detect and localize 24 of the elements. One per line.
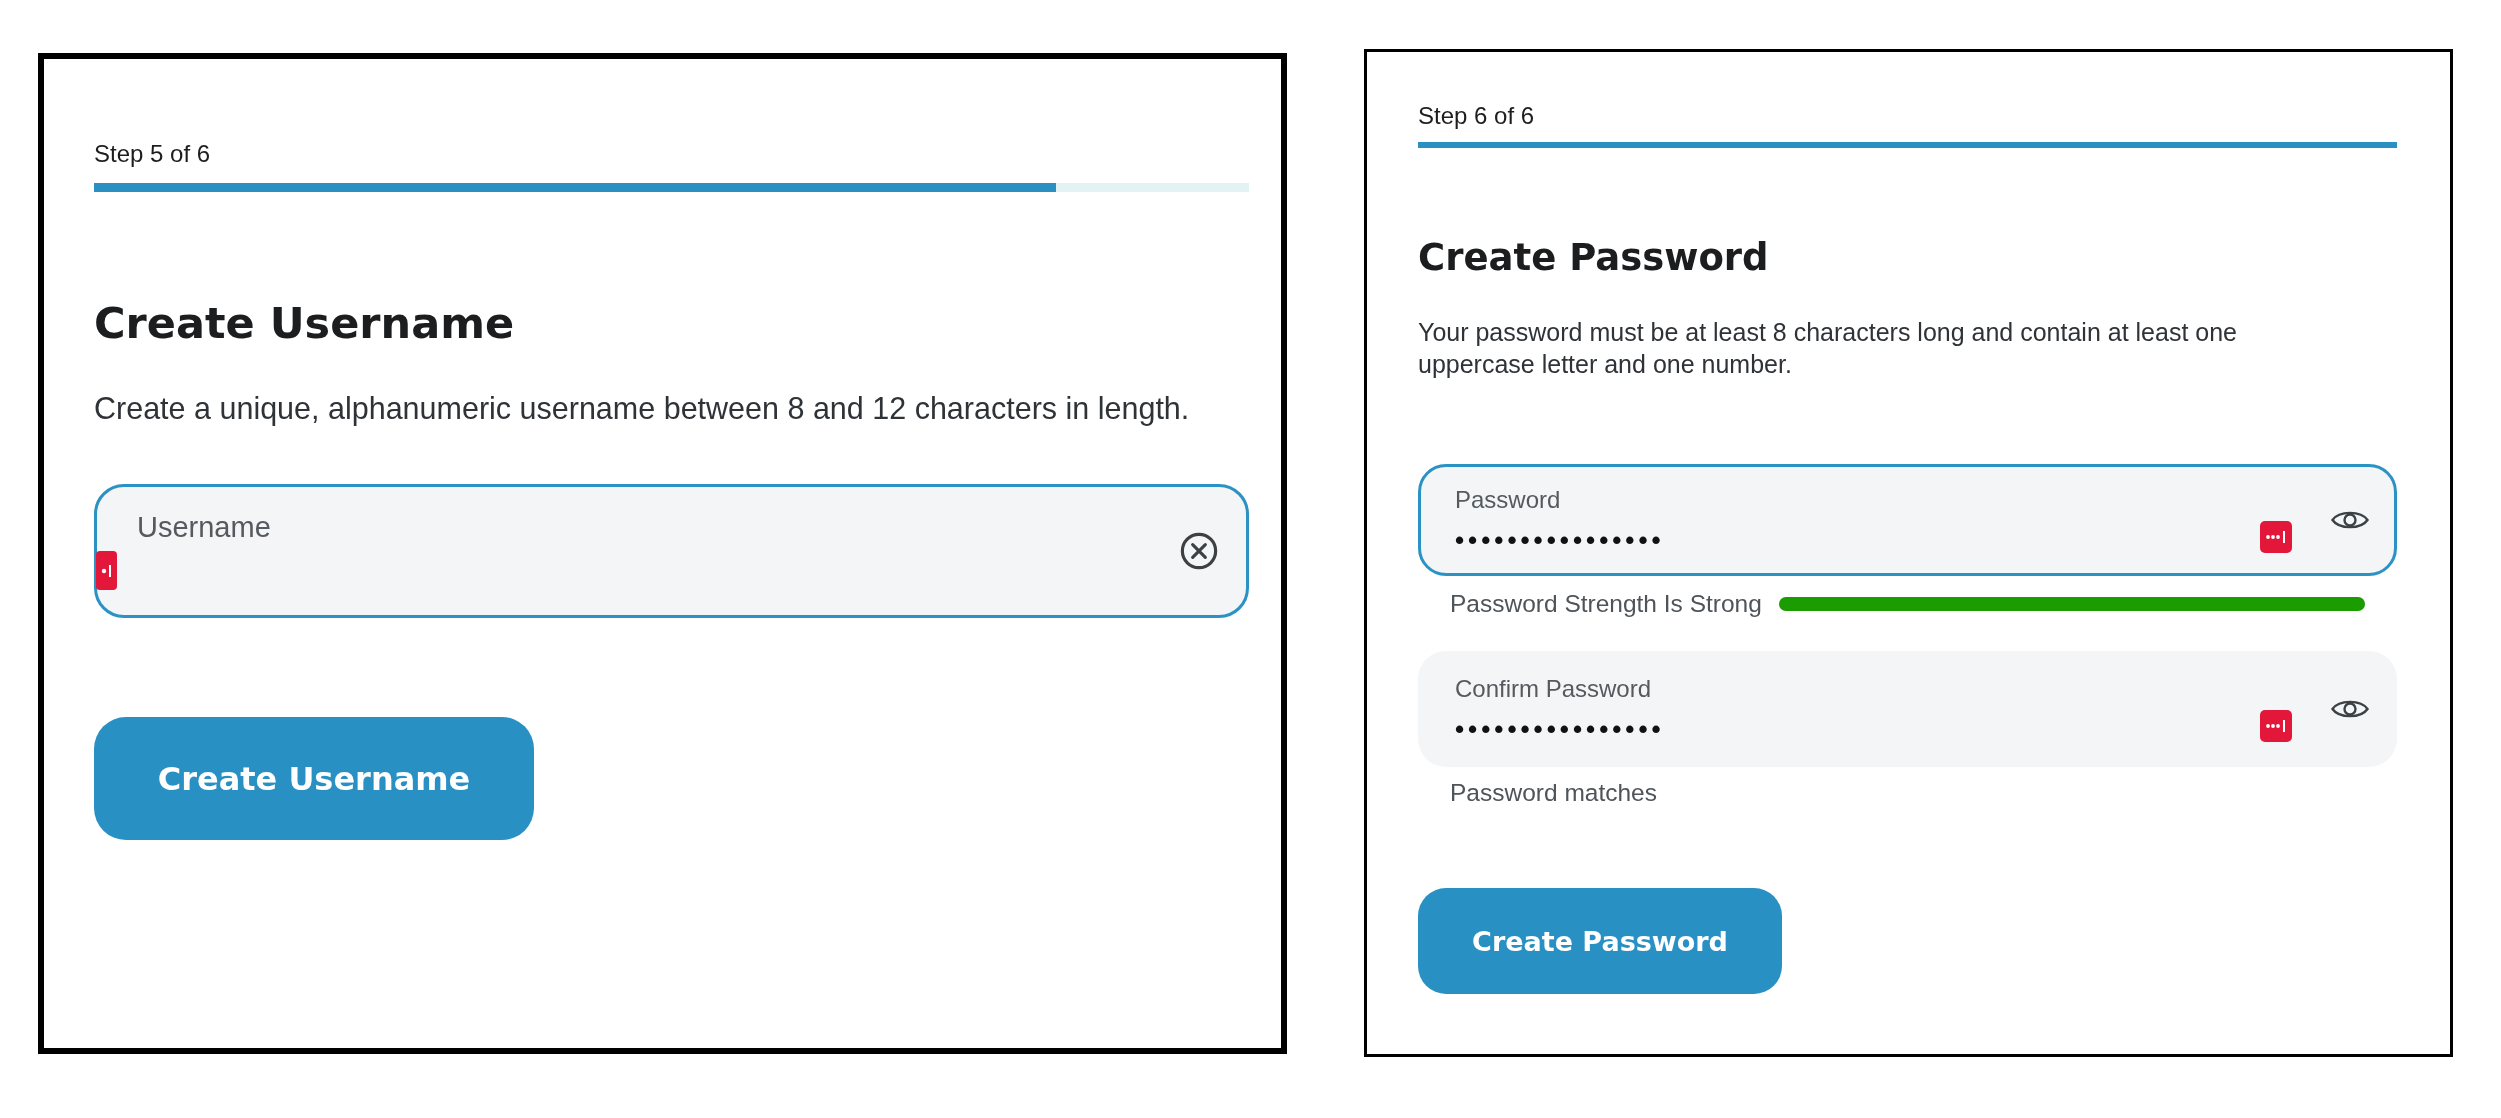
- password-field[interactable]: Confirm Password ••••••••••••••••: [1418, 651, 2397, 767]
- dots-cursor-icon[interactable]: [2260, 521, 2292, 553]
- eye-icon[interactable]: [2331, 509, 2369, 531]
- form-description: Your password must be at least 8 characters long and contain at least one uppercase letter and one number.: [1418, 317, 2239, 380]
- submit-button[interactable]: Create Password: [1418, 888, 1782, 994]
- field-label: Username: [137, 511, 271, 543]
- password-field[interactable]: Password ••••••••••••••••: [1418, 464, 2397, 576]
- dots-cursor-icon[interactable]: [96, 551, 117, 590]
- field-value: ••••••••••••••••: [1455, 524, 1665, 555]
- form-description: Create a unique, alphanumeric username between 8 and 12 characters in length.: [94, 390, 1190, 426]
- field-label: Password: [1455, 485, 1561, 514]
- strength-label: Password Strength Is Strong: [1450, 592, 1762, 616]
- text-field[interactable]: Username: [94, 484, 1249, 618]
- field-label: Confirm Password: [1455, 674, 1652, 703]
- submit-button[interactable]: Create Username: [94, 717, 534, 840]
- step-label: Step 5 of 6: [94, 139, 211, 169]
- clear-icon[interactable]: [1180, 532, 1218, 570]
- match-hint: Password matches: [1449, 781, 1657, 805]
- form-title: Create Username: [94, 298, 515, 348]
- step-label: Step 6 of 6: [1418, 103, 1535, 129]
- form-title: Create Password: [1418, 237, 1769, 279]
- field-value: ••••••••••••••••: [1455, 713, 1665, 744]
- dots-cursor-icon[interactable]: [2260, 710, 2292, 742]
- eye-icon[interactable]: [2331, 698, 2369, 720]
